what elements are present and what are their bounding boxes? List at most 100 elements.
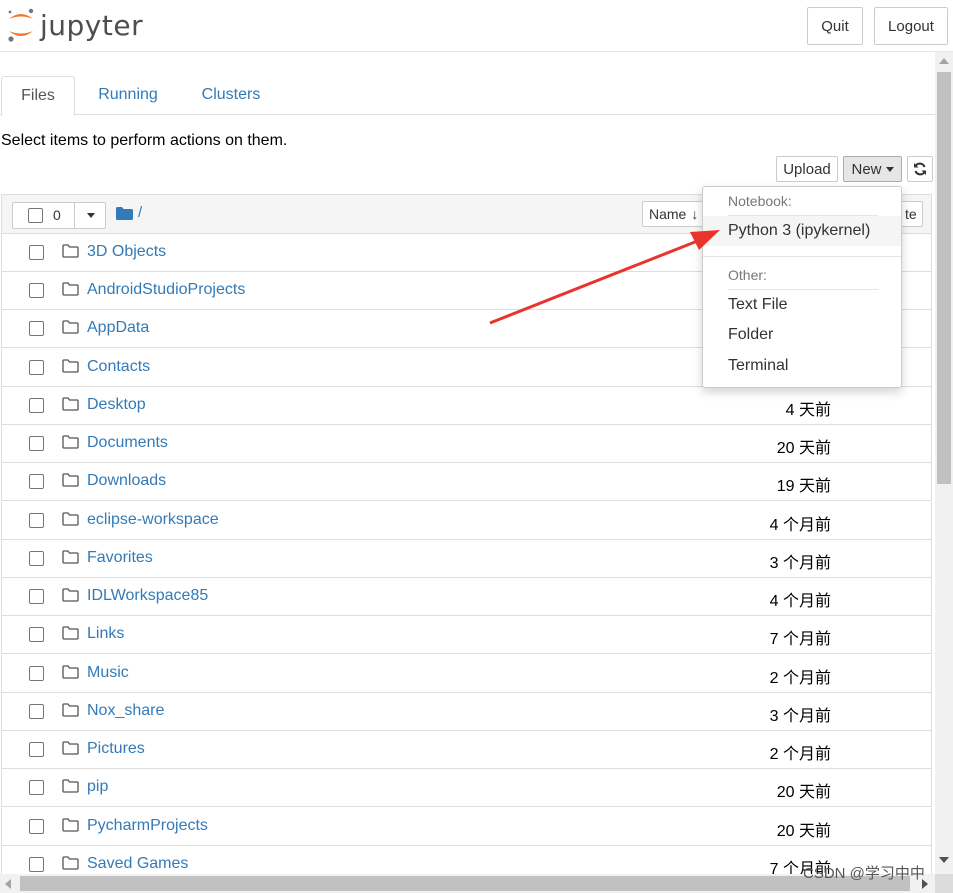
row-checkbox[interactable]	[29, 436, 44, 451]
row-checkbox[interactable]	[29, 321, 44, 336]
row-checkbox[interactable]	[29, 704, 44, 719]
file-modified-date: 7 个月前	[769, 631, 831, 648]
file-name-link[interactable]: eclipse-workspace	[87, 511, 219, 529]
tab-running[interactable]: Running	[84, 76, 172, 114]
folder-icon	[62, 244, 79, 258]
folder-icon	[62, 779, 79, 793]
file-name-link[interactable]: PycharmProjects	[87, 817, 208, 835]
main-content: Files Running Clusters Select items to p…	[0, 52, 935, 874]
file-row[interactable]: Favorites 3 个月前	[1, 540, 932, 578]
file-name-link[interactable]: Nox_share	[87, 702, 164, 720]
row-checkbox[interactable]	[29, 513, 44, 528]
file-modified-date: 3 个月前	[769, 555, 831, 572]
vertical-scroll-thumb[interactable]	[937, 72, 951, 484]
tab-files[interactable]: Files	[1, 76, 75, 116]
file-name-link[interactable]: Pictures	[87, 740, 145, 758]
menu-item-terminal[interactable]: Terminal	[703, 351, 901, 381]
refresh-button[interactable]	[907, 156, 933, 182]
row-checkbox[interactable]	[29, 742, 44, 757]
file-name-link[interactable]: Links	[87, 625, 124, 643]
file-row[interactable]: Documents 20 天前	[1, 425, 932, 463]
file-modified-date: 2 个月前	[769, 746, 831, 763]
folder-icon	[62, 282, 79, 296]
tab-clusters[interactable]: Clusters	[186, 76, 276, 114]
file-modified-date: 20 天前	[776, 823, 831, 840]
row-checkbox[interactable]	[29, 360, 44, 375]
file-row[interactable]: Music 2 个月前	[1, 655, 932, 693]
file-name-link[interactable]: Downloads	[87, 472, 166, 490]
file-name-link[interactable]: 3D Objects	[87, 243, 166, 261]
file-row[interactable]: Downloads 19 天前	[1, 463, 932, 501]
new-button-label: New	[851, 160, 882, 178]
file-modified-date: 4 天前	[785, 402, 831, 419]
upload-button[interactable]: Upload	[776, 156, 838, 182]
file-name-link[interactable]: Desktop	[87, 396, 146, 414]
file-name-link[interactable]: pip	[87, 778, 108, 796]
select-menu-toggle[interactable]	[74, 203, 106, 228]
folder-icon	[62, 588, 79, 602]
folder-icon	[62, 359, 79, 373]
file-name-link[interactable]: Saved Games	[87, 855, 188, 873]
folder-icon	[62, 512, 79, 526]
file-name-link[interactable]: AppData	[87, 319, 149, 337]
file-row[interactable]: Saved Games 7 个月前	[1, 846, 932, 874]
row-checkbox[interactable]	[29, 283, 44, 298]
horizontal-scrollbar[interactable]	[0, 874, 935, 893]
file-row[interactable]: PycharmProjects 20 天前	[1, 808, 932, 846]
file-row[interactable]: pip 20 天前	[1, 769, 932, 807]
menu-item-folder[interactable]: Folder	[703, 320, 901, 350]
horizontal-scroll-thumb[interactable]	[20, 876, 910, 891]
row-checkbox[interactable]	[29, 245, 44, 260]
scroll-left-icon[interactable]	[5, 879, 11, 889]
folder-icon	[62, 665, 79, 679]
file-row[interactable]: Desktop 4 天前	[1, 387, 932, 425]
file-modified-date: 2 个月前	[769, 670, 831, 687]
new-button[interactable]: New	[843, 156, 902, 182]
file-row[interactable]: eclipse-workspace 4 个月前	[1, 502, 932, 540]
logout-button[interactable]: Logout	[874, 7, 948, 45]
file-name-link[interactable]: AndroidStudioProjects	[87, 281, 245, 299]
file-row[interactable]: Links 7 个月前	[1, 616, 932, 654]
notebook-section-header: Notebook:	[728, 193, 792, 209]
quit-button[interactable]: Quit	[807, 7, 863, 45]
file-name-link[interactable]: Documents	[87, 434, 168, 452]
select-all-group[interactable]: 0	[12, 202, 106, 229]
jupyter-logo-icon	[8, 8, 34, 42]
scroll-up-icon[interactable]	[939, 58, 949, 64]
folder-icon	[62, 703, 79, 717]
file-row[interactable]: IDLWorkspace85 4 个月前	[1, 578, 932, 616]
vertical-scrollbar[interactable]	[935, 52, 953, 874]
row-checkbox[interactable]	[29, 666, 44, 681]
folder-icon	[62, 856, 79, 870]
selected-count: 0	[53, 207, 61, 223]
file-name-link[interactable]: IDLWorkspace85	[87, 587, 208, 605]
menu-item-text-file[interactable]: Text File	[703, 290, 901, 320]
file-name-link[interactable]: Music	[87, 664, 129, 682]
scroll-down-icon[interactable]	[939, 857, 949, 863]
jupyter-logo[interactable]: jupyter	[6, 6, 143, 44]
file-name-link[interactable]: Contacts	[87, 358, 150, 376]
logo-text: jupyter	[40, 8, 144, 42]
row-checkbox[interactable]	[29, 857, 44, 872]
file-row[interactable]: Nox_share 3 个月前	[1, 693, 932, 731]
file-modified-date: 4 个月前	[769, 517, 831, 534]
file-name-link[interactable]: Favorites	[87, 549, 153, 567]
row-checkbox[interactable]	[29, 474, 44, 489]
row-checkbox[interactable]	[29, 551, 44, 566]
sort-modified-label: te	[905, 206, 917, 222]
row-checkbox[interactable]	[29, 398, 44, 413]
row-checkbox[interactable]	[29, 589, 44, 604]
breadcrumb-root[interactable]: /	[138, 204, 142, 221]
file-row[interactable]: Pictures 2 个月前	[1, 731, 932, 769]
row-checkbox[interactable]	[29, 627, 44, 642]
folder-icon[interactable]	[116, 207, 133, 220]
select-all-checkbox[interactable]	[28, 208, 43, 223]
row-checkbox[interactable]	[29, 780, 44, 795]
folder-icon	[62, 473, 79, 487]
row-checkbox[interactable]	[29, 819, 44, 834]
file-modified-date: 20 天前	[776, 440, 831, 457]
file-modified-date: 4 个月前	[769, 593, 831, 610]
folder-icon	[62, 626, 79, 640]
menu-item-python3-ipykernel[interactable]: Python 3 (ipykernel)	[703, 216, 901, 246]
folder-icon	[62, 435, 79, 449]
